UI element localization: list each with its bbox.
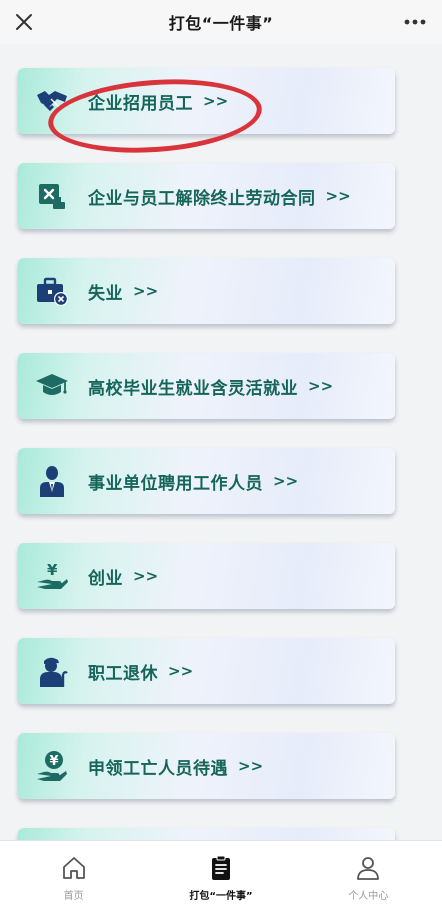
tab-label: 首页 bbox=[63, 891, 84, 902]
benefit-hand-icon: ¥ bbox=[34, 748, 70, 784]
briefcase-x-icon bbox=[34, 273, 70, 309]
svg-text:¥: ¥ bbox=[47, 561, 58, 579]
service-item-hiring[interactable]: 企业招用员工 >> bbox=[18, 68, 395, 134]
service-item-label: 失业 bbox=[88, 283, 123, 304]
tab-label: 打包“一件事” bbox=[189, 891, 253, 902]
handshake-icon bbox=[34, 83, 70, 119]
tab-bundle[interactable]: 打包“一件事” bbox=[147, 841, 294, 911]
service-item-label: 高校毕业生就业含灵活就业 bbox=[88, 378, 298, 399]
service-item-terminate-contract[interactable]: 企业与员工解除终止劳动合同 >> bbox=[18, 163, 395, 229]
employee-icon bbox=[34, 463, 70, 499]
svg-text:¥: ¥ bbox=[50, 754, 59, 769]
more-button[interactable] bbox=[400, 8, 430, 36]
chevron-double-right-icon: >> bbox=[133, 567, 159, 585]
bottom-tab-bar: 首页 打包“一件事” 个人中心 bbox=[0, 840, 442, 911]
service-item-label: 企业招用员工 bbox=[88, 93, 193, 114]
chevron-double-right-icon: >> bbox=[203, 92, 229, 110]
close-icon bbox=[16, 14, 32, 30]
tab-home[interactable]: 首页 bbox=[0, 841, 147, 911]
service-item-label: 职工退休 bbox=[88, 663, 158, 684]
home-icon bbox=[62, 857, 85, 879]
service-item-label: 申领工亡人员待遇 bbox=[88, 758, 228, 779]
service-item-public-institution-hiring[interactable]: 事业单位聘用工作人员 >> bbox=[18, 448, 395, 514]
service-list: 企业招用员工 >> 企业与员工解除终止劳动合同 >> 失业 >> 高校毕业生就业… bbox=[0, 44, 442, 840]
more-icon bbox=[404, 19, 426, 25]
service-item-label: 创业 bbox=[88, 568, 123, 589]
chevron-double-right-icon: >> bbox=[308, 377, 334, 395]
tab-label: 个人中心 bbox=[348, 891, 389, 902]
service-item-retirement[interactable]: 职工退休 >> bbox=[18, 638, 395, 704]
service-item-startup[interactable]: ¥ 创业 >> bbox=[18, 543, 395, 609]
top-bar: 打包“一件事” bbox=[0, 0, 442, 44]
close-button[interactable] bbox=[10, 8, 38, 36]
service-item-label: 企业与员工解除终止劳动合同 bbox=[88, 188, 316, 209]
graduation-cap-icon bbox=[34, 368, 70, 404]
chevron-double-right-icon: >> bbox=[325, 187, 351, 205]
service-item-next[interactable] bbox=[18, 828, 395, 840]
hand-money-icon: ¥ bbox=[34, 558, 70, 594]
chevron-double-right-icon: >> bbox=[273, 472, 299, 490]
chevron-double-right-icon: >> bbox=[238, 757, 264, 775]
chevron-double-right-icon: >> bbox=[133, 282, 159, 300]
service-item-graduate-employment[interactable]: 高校毕业生就业含灵活就业 >> bbox=[18, 353, 395, 419]
clipboard-icon bbox=[211, 855, 230, 880]
page-title: 打包“一件事” bbox=[168, 14, 274, 33]
service-item-work-death-benefits[interactable]: ¥ 申领工亡人员待遇 >> bbox=[18, 733, 395, 799]
terminate-contract-icon bbox=[34, 178, 70, 214]
retiree-icon bbox=[34, 653, 70, 689]
service-item-label: 事业单位聘用工作人员 bbox=[88, 473, 263, 494]
tab-profile[interactable]: 个人中心 bbox=[295, 841, 442, 911]
chevron-double-right-icon: >> bbox=[168, 662, 194, 680]
service-item-unemployment[interactable]: 失业 >> bbox=[18, 258, 395, 324]
user-icon bbox=[357, 857, 380, 880]
